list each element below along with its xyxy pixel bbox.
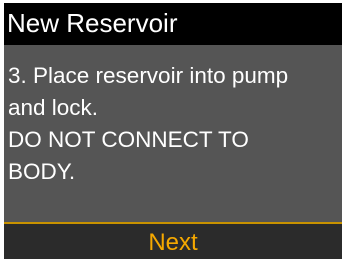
pump-screen: New Reservoir 3. Place reservoir into pu… <box>4 3 342 259</box>
instruction-line-3: DO NOT CONNECT TO <box>8 127 249 152</box>
instruction-line-2: and lock. <box>8 95 99 120</box>
screen-title: New Reservoir <box>7 8 178 38</box>
softkey-bar: Next <box>4 222 342 259</box>
title-bar: New Reservoir <box>4 3 342 45</box>
instruction-line-4: BODY. <box>8 159 76 184</box>
next-button[interactable]: Next <box>4 224 342 259</box>
instruction-text: 3. Place reservoir into pump and lock. D… <box>8 60 338 188</box>
instruction-line-1: 3. Place reservoir into pump <box>8 63 289 88</box>
